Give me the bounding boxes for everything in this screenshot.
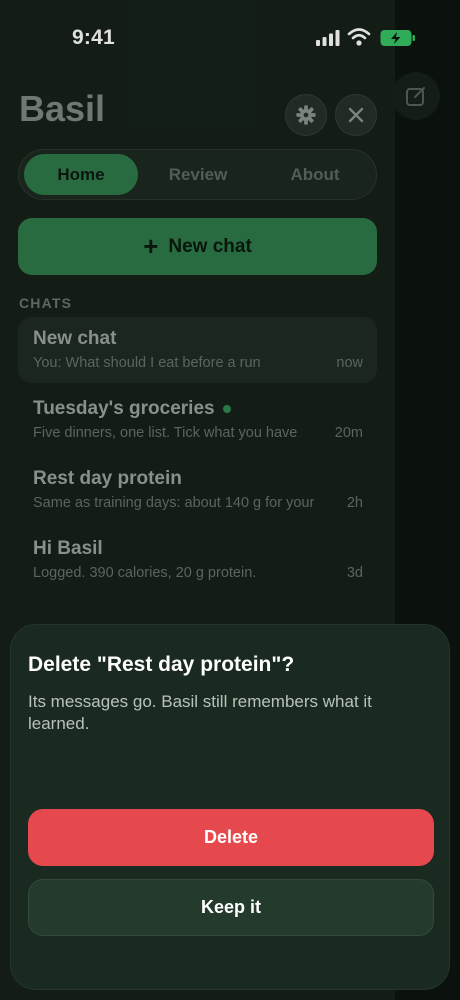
keep-button[interactable]: Keep it bbox=[28, 879, 434, 936]
screen: Basil Home Review About + New chat CHATS… bbox=[0, 0, 460, 1000]
delete-confirm-sheet: Delete "Rest day protein"? Its messages … bbox=[10, 624, 450, 990]
sheet-title: Delete "Rest day protein"? bbox=[28, 653, 295, 676]
delete-button[interactable]: Delete bbox=[28, 809, 434, 866]
sheet-body: Its messages go. Basil still remembers w… bbox=[28, 692, 372, 733]
